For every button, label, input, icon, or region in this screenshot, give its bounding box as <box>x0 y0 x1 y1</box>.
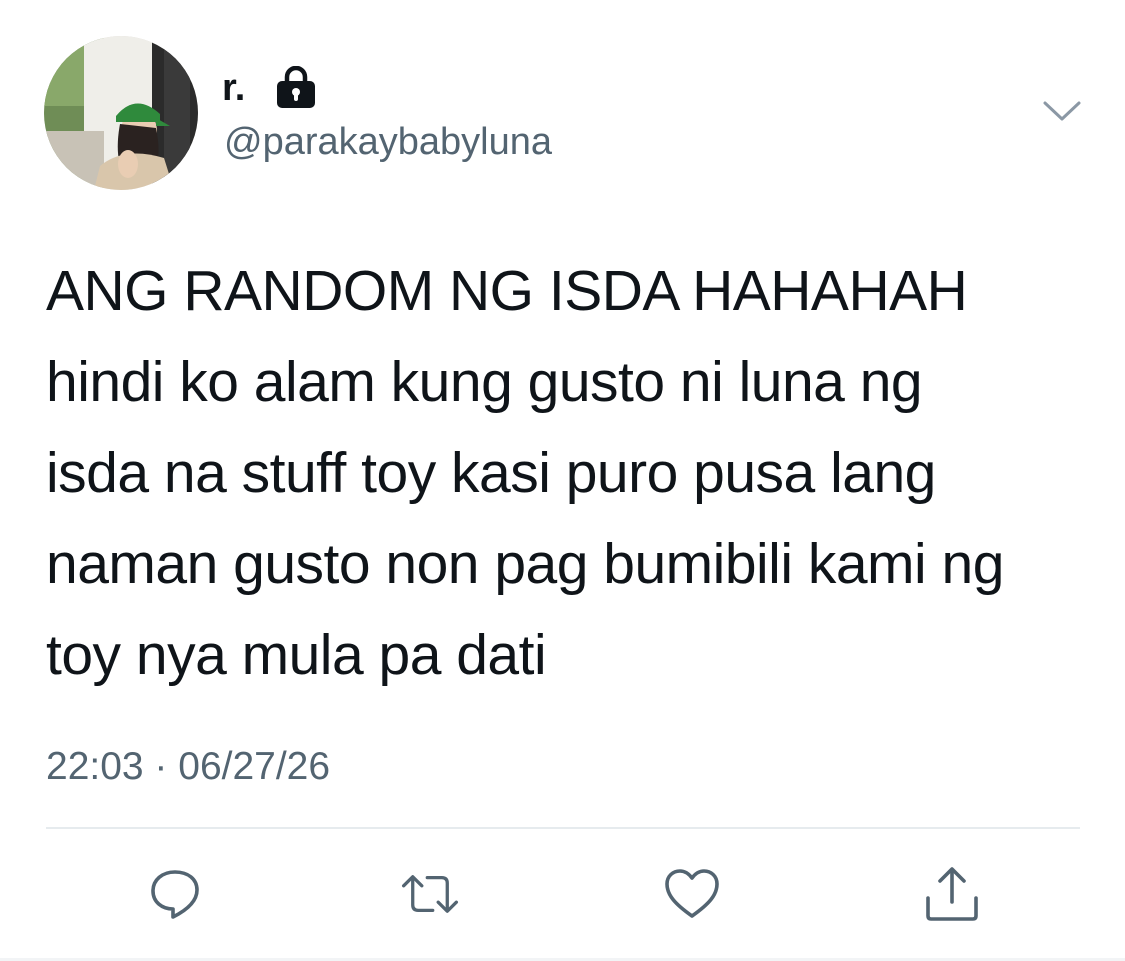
reply-icon <box>151 870 199 919</box>
heart-icon <box>665 869 719 918</box>
chevron-down-icon[interactable] <box>1040 96 1084 126</box>
divider <box>46 827 1080 829</box>
profile-photo <box>44 36 198 190</box>
user-handle[interactable]: @parakaybabyluna <box>224 118 552 166</box>
avatar[interactable] <box>44 36 198 190</box>
tweet-line: naman gusto non pag bumibili kami ng <box>46 532 1004 596</box>
display-name[interactable]: r. <box>222 64 245 112</box>
tweet-timestamp[interactable]: 22:03 · 06/27/26 <box>46 742 330 792</box>
tweet-line: toy nya mula pa dati <box>46 623 547 687</box>
share-icon <box>926 867 978 921</box>
tweet-line: hindi ko alam kung gusto ni luna ng <box>46 350 923 414</box>
retweet-button[interactable] <box>400 864 460 924</box>
lock-icon <box>274 65 318 108</box>
share-button[interactable] <box>922 864 982 924</box>
reply-button[interactable] <box>145 864 205 924</box>
retweet-icon <box>402 875 458 913</box>
tweet-line: ANG RANDOM NG ISDA HAHAHAH <box>46 259 968 323</box>
tweet-line: isda na stuff toy kasi puro pusa lang <box>46 441 936 505</box>
tweet-text: ANG RANDOM NG ISDA HAHAHAH hindi ko alam… <box>46 246 1106 701</box>
like-button[interactable] <box>662 864 722 924</box>
